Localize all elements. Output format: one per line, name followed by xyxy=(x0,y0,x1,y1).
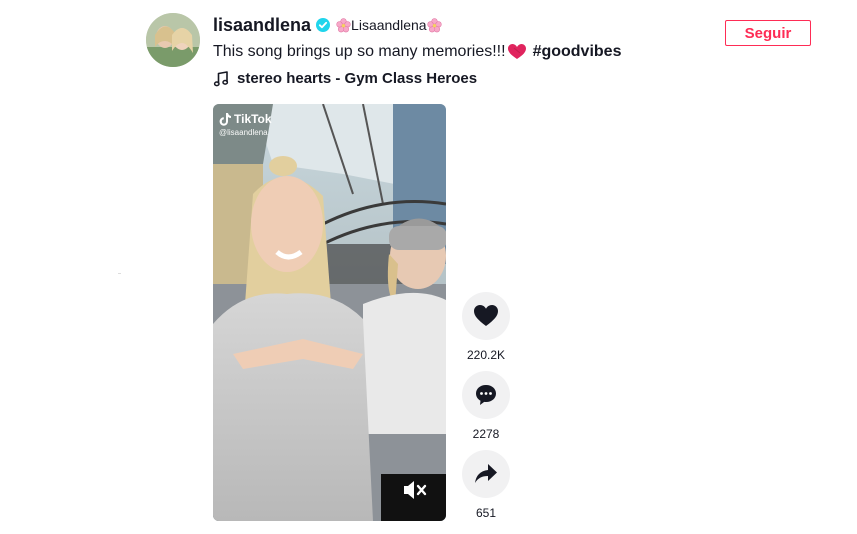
like-button[interactable] xyxy=(462,292,510,340)
share-count: 651 xyxy=(475,506,497,520)
nickname: Lisaandlena xyxy=(336,17,442,33)
avatar[interactable] xyxy=(146,13,200,67)
share-arrow-icon xyxy=(475,464,497,483)
video-player[interactable]: TikTok @lisaandlena xyxy=(213,104,446,521)
verified-badge-icon xyxy=(316,18,331,32)
like-action: 220.2K xyxy=(462,292,510,363)
tiktok-watermark: TikTok @lisaandlena xyxy=(219,112,272,137)
watermark-brand: TikTok xyxy=(234,112,272,126)
comment-count: 2278 xyxy=(472,427,500,441)
speaker-muted-icon[interactable] xyxy=(402,479,428,501)
tiktok-logo-icon xyxy=(219,112,231,126)
username[interactable]: lisaandlena xyxy=(213,15,311,36)
like-count: 220.2K xyxy=(466,348,506,362)
comment-icon xyxy=(476,385,496,405)
comment-button[interactable] xyxy=(462,371,510,419)
caption: This song brings up so many memories!!! … xyxy=(213,42,733,62)
author-row: lisaandlena Lisaandlena xyxy=(213,14,733,36)
heart-icon xyxy=(474,305,498,326)
cherry-blossom-icon xyxy=(426,17,442,33)
comment-action: 2278 xyxy=(462,371,510,442)
heart-emoji-icon xyxy=(507,44,526,60)
watermark-logo: TikTok xyxy=(219,112,272,126)
hashtag-link[interactable]: #goodvibes xyxy=(533,42,622,62)
post-header: lisaandlena Lisaandlena This song brings… xyxy=(213,14,733,88)
music-title: stereo hearts - Gym Class Heroes xyxy=(237,70,478,87)
cherry-blossom-icon xyxy=(336,17,351,33)
nickname-text: Lisaandlena xyxy=(351,17,427,33)
follow-button[interactable]: Seguir xyxy=(725,20,811,46)
music-link[interactable]: stereo hearts - Gym Class Heroes xyxy=(213,70,733,87)
video-frame xyxy=(213,104,446,521)
watermark-handle: @lisaandlena xyxy=(219,128,268,137)
share-button[interactable] xyxy=(462,450,510,498)
stray-mark xyxy=(118,273,121,274)
share-action: 651 xyxy=(462,450,510,521)
caption-text: This song brings up so many memories!!! xyxy=(213,43,506,60)
music-note-icon xyxy=(213,70,229,87)
action-bar: 220.2K 2278 651 xyxy=(462,292,510,529)
